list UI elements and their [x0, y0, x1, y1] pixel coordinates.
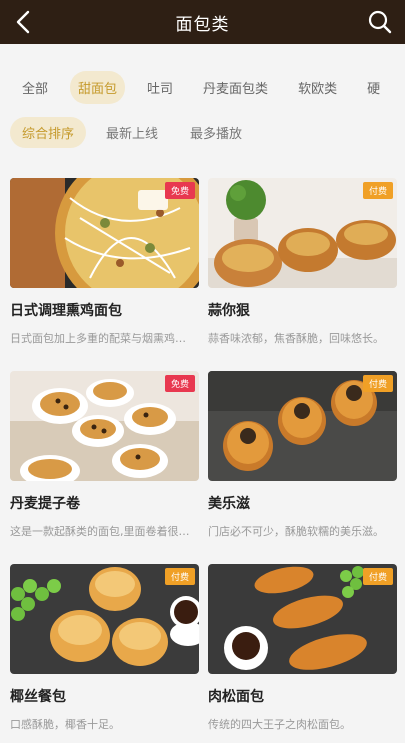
app-header: 面包类: [0, 0, 405, 44]
sort-most-played[interactable]: 最多播放: [178, 117, 254, 148]
paid-badge: 付费: [164, 568, 195, 585]
product-name: 丹麦提子卷: [10, 496, 80, 512]
tab-soft-european[interactable]: 软欧类: [290, 71, 345, 104]
product-image: 免费: [10, 178, 199, 288]
category-tabs: 全部 甜面包 吐司 丹麦面包类 软欧类 硬: [0, 66, 405, 108]
tab-sweet-bread[interactable]: 甜面包: [70, 70, 126, 104]
product-description: 门店必不可少，酥脆软糯的美乐滋。: [208, 525, 384, 538]
sort-comprehensive[interactable]: 综合排序: [10, 116, 87, 148]
product-card[interactable]: 免费 日式调理熏鸡面包 日式面包加上多重的配菜与烟熏鸡肉。: [10, 178, 199, 357]
product-card[interactable]: 付费 蒜你狠 蒜香味浓郁，焦香酥脆，回味悠长。: [208, 178, 397, 357]
product-name: 椰丝餐包: [10, 689, 66, 705]
product-image: 付费: [208, 371, 397, 481]
product-grid: 免费 日式调理熏鸡面包 日式面包加上多重的配菜与烟熏鸡肉。 付费 蒜你狠 蒜香味: [10, 178, 397, 743]
tab-danish[interactable]: 丹麦面包类: [195, 71, 276, 104]
product-name: 蒜你狠: [208, 303, 250, 319]
product-description: 这是一款起酥类的面包,里面卷着很多提子。: [10, 525, 196, 538]
product-name: 美乐滋: [208, 496, 250, 512]
product-image: 免费: [10, 371, 199, 481]
product-name: 肉松面包: [208, 689, 264, 705]
product-card[interactable]: 免费 丹麦提子卷 这是一款起酥类的面包,里面卷着很多提子。: [10, 371, 199, 550]
paid-badge: 付费: [362, 182, 393, 199]
product-card[interactable]: 付费 椰丝餐包 口感酥脆，椰香十足。: [10, 564, 199, 743]
back-chevron-icon[interactable]: [10, 8, 38, 36]
tab-toast[interactable]: 吐司: [139, 71, 181, 104]
product-image: 付费: [10, 564, 199, 674]
product-card[interactable]: 付费 肉松面包 传统的四大王子之肉松面包。: [208, 564, 397, 743]
paid-badge: 付费: [362, 375, 393, 392]
product-name: 日式调理熏鸡面包: [10, 303, 122, 319]
free-badge: 免费: [164, 375, 195, 392]
search-icon[interactable]: [367, 9, 393, 35]
product-image: 付费: [208, 178, 397, 288]
sort-newest[interactable]: 最新上线: [94, 117, 170, 148]
product-description: 日式面包加上多重的配菜与烟熏鸡肉。: [10, 332, 196, 345]
product-card[interactable]: 付费 美乐滋 门店必不可少，酥脆软糯的美乐滋。: [208, 371, 397, 550]
product-description: 口感酥脆，椰香十足。: [10, 718, 120, 731]
sort-options: 综合排序 最新上线 最多播放: [0, 116, 405, 148]
tab-hard[interactable]: 硬: [359, 71, 388, 104]
tab-all[interactable]: 全部: [14, 71, 56, 104]
product-description: 蒜香味浓郁，焦香酥脆，回味悠长。: [208, 332, 384, 345]
paid-badge: 付费: [362, 568, 393, 585]
free-badge: 免费: [164, 182, 195, 199]
product-image: 付费: [208, 564, 397, 674]
page-title: 面包类: [175, 14, 230, 35]
product-description: 传统的四大王子之肉松面包。: [208, 718, 351, 731]
